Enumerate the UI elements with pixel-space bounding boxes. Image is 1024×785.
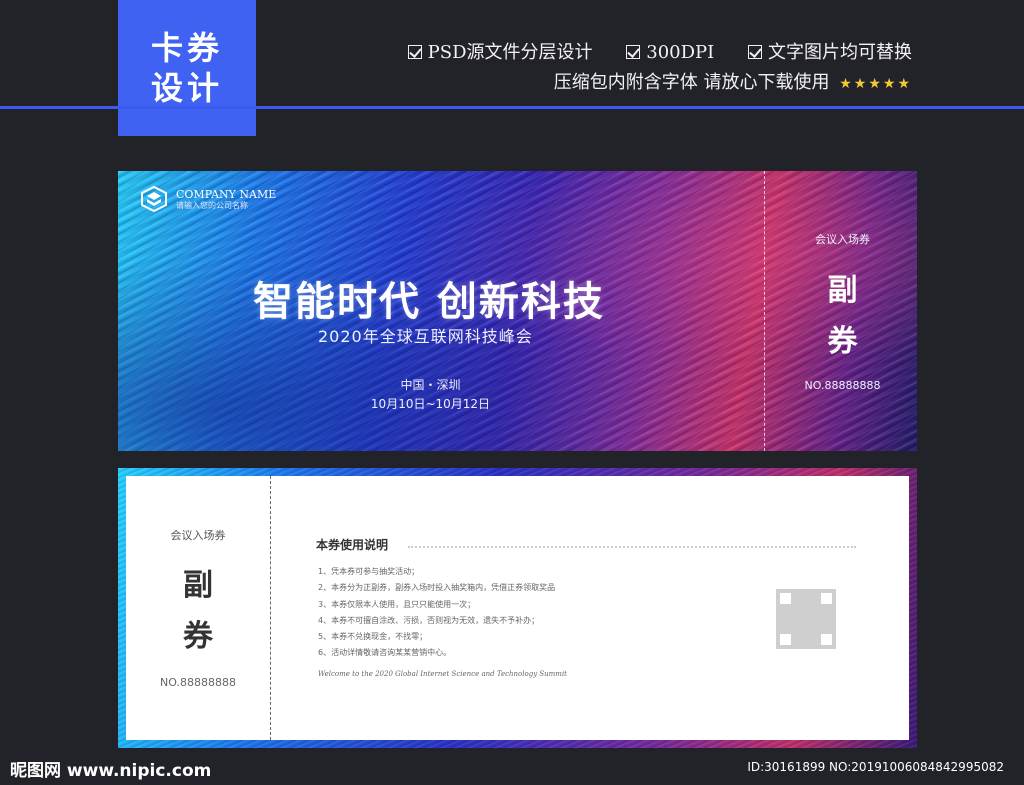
feature-row-2: 压缩包内附含字体 请放心下载使用 ★★★★★ (380, 68, 912, 99)
event-location: 中国・深圳 (400, 378, 461, 392)
image-id-watermark: ID:30161899 NO:20191006084842995082 (747, 760, 1004, 774)
stub-title-char-1: 副 (827, 273, 858, 308)
rules-list: 1、凭本券可参与抽奖活动； 2、本券分为正副券，副券入场时投入抽奖箱内，凭借正券… (318, 564, 555, 662)
back-stub-number: NO.88888888 (160, 676, 236, 689)
back-stub-title-char-2: 券 (183, 619, 213, 654)
rules-divider (408, 546, 856, 548)
back-stub-label: 会议入场券 (170, 529, 226, 542)
badge-line1: 卡券 (150, 29, 223, 67)
ticket-headline: 智能时代 创新科技 (253, 279, 605, 325)
company-logo: COMPANY NAME 请输入您的公司名称 (140, 185, 276, 213)
company-subtitle: 请输入您的公司名称 (176, 200, 248, 210)
feature-item: 300DPI (626, 38, 714, 68)
feature-label: PSD源文件分层设计 (427, 42, 593, 63)
event-info: 中国・深圳 10月10日~10月12日 (348, 376, 513, 414)
rules-title: 本券使用说明 (316, 538, 389, 552)
ticket-back-card: 会议入场券 副 券 NO.88888888 本券使用说明 1、凭本券可参与抽奖活… (126, 476, 909, 740)
feature-note: 压缩包内附含字体 请放心下载使用 (553, 72, 830, 93)
stub-title-char-2: 券 (827, 324, 858, 359)
header-divider (0, 106, 1024, 109)
checkbox-icon (748, 45, 762, 59)
ticket-stub: 会议入场券 副 券 NO.88888888 (768, 171, 917, 451)
checkbox-icon (626, 45, 641, 59)
rule-item: 5、本券不兑换现金，不找零； (318, 632, 428, 642)
feature-row-1: PSD源文件分层设计 300DPI 文字图片均可替换 (380, 38, 912, 68)
ticket-back: 会议入场券 副 券 NO.88888888 本券使用说明 1、凭本券可参与抽奖活… (118, 468, 917, 748)
badge-line2: 设计 (150, 69, 223, 107)
ticket-subheadline: 2020年全球互联网科技峰会 (318, 327, 533, 346)
back-stub-title-char-1: 副 (183, 568, 213, 603)
qr-code-placeholder-icon (776, 589, 836, 649)
event-dates: 10月10日~10月12日 (370, 397, 491, 411)
qr-corner (821, 634, 832, 645)
qr-corner (780, 593, 791, 604)
feature-item: PSD源文件分层设计 (407, 38, 593, 68)
back-stub: 会议入场券 副 券 NO.88888888 (126, 476, 270, 740)
stub-number: NO.88888888 (804, 379, 881, 392)
checkbox-icon (407, 45, 422, 59)
rule-item: 4、本券不可擅自涂改、污损，否则视为无效，遗失不予补办； (318, 615, 540, 625)
back-perforation-line (270, 476, 271, 740)
site-watermark: 昵图网 www.nipic.com (10, 761, 212, 781)
ticket-front: COMPANY NAME 请输入您的公司名称 智能时代 创新科技 2020年全球… (118, 171, 917, 451)
rule-item: 2、本券分为正副券，副券入场时投入抽奖箱内，凭借正券领取奖品 (318, 583, 556, 593)
company-name: COMPANY NAME (176, 187, 277, 201)
perforation-line (764, 171, 765, 451)
rule-item: 3、本券仅限本人使用，且只只能使用一次； (318, 599, 476, 609)
stub-label: 会议入场券 (815, 233, 870, 246)
welcome-text: Welcome to the 2020 Global Internet Scie… (318, 670, 567, 678)
feature-item: 文字图片均可替换 (748, 38, 912, 68)
qr-corner (821, 593, 832, 604)
qr-corner (780, 634, 791, 645)
rule-item: 1、凭本券可参与抽奖活动； (318, 567, 420, 576)
feature-label: 300DPI (646, 42, 715, 63)
feature-label: 文字图片均可替换 (768, 42, 912, 63)
category-badge: 卡券 设计 (118, 0, 256, 136)
rule-item: 6、活动详情敬请咨询某某营销中心。 (318, 648, 452, 658)
rating-stars: ★★★★★ (839, 76, 912, 92)
feature-list: PSD源文件分层设计 300DPI 文字图片均可替换 压缩包内附含字体 请放心下… (380, 38, 912, 99)
company-logo-icon (141, 185, 167, 213)
